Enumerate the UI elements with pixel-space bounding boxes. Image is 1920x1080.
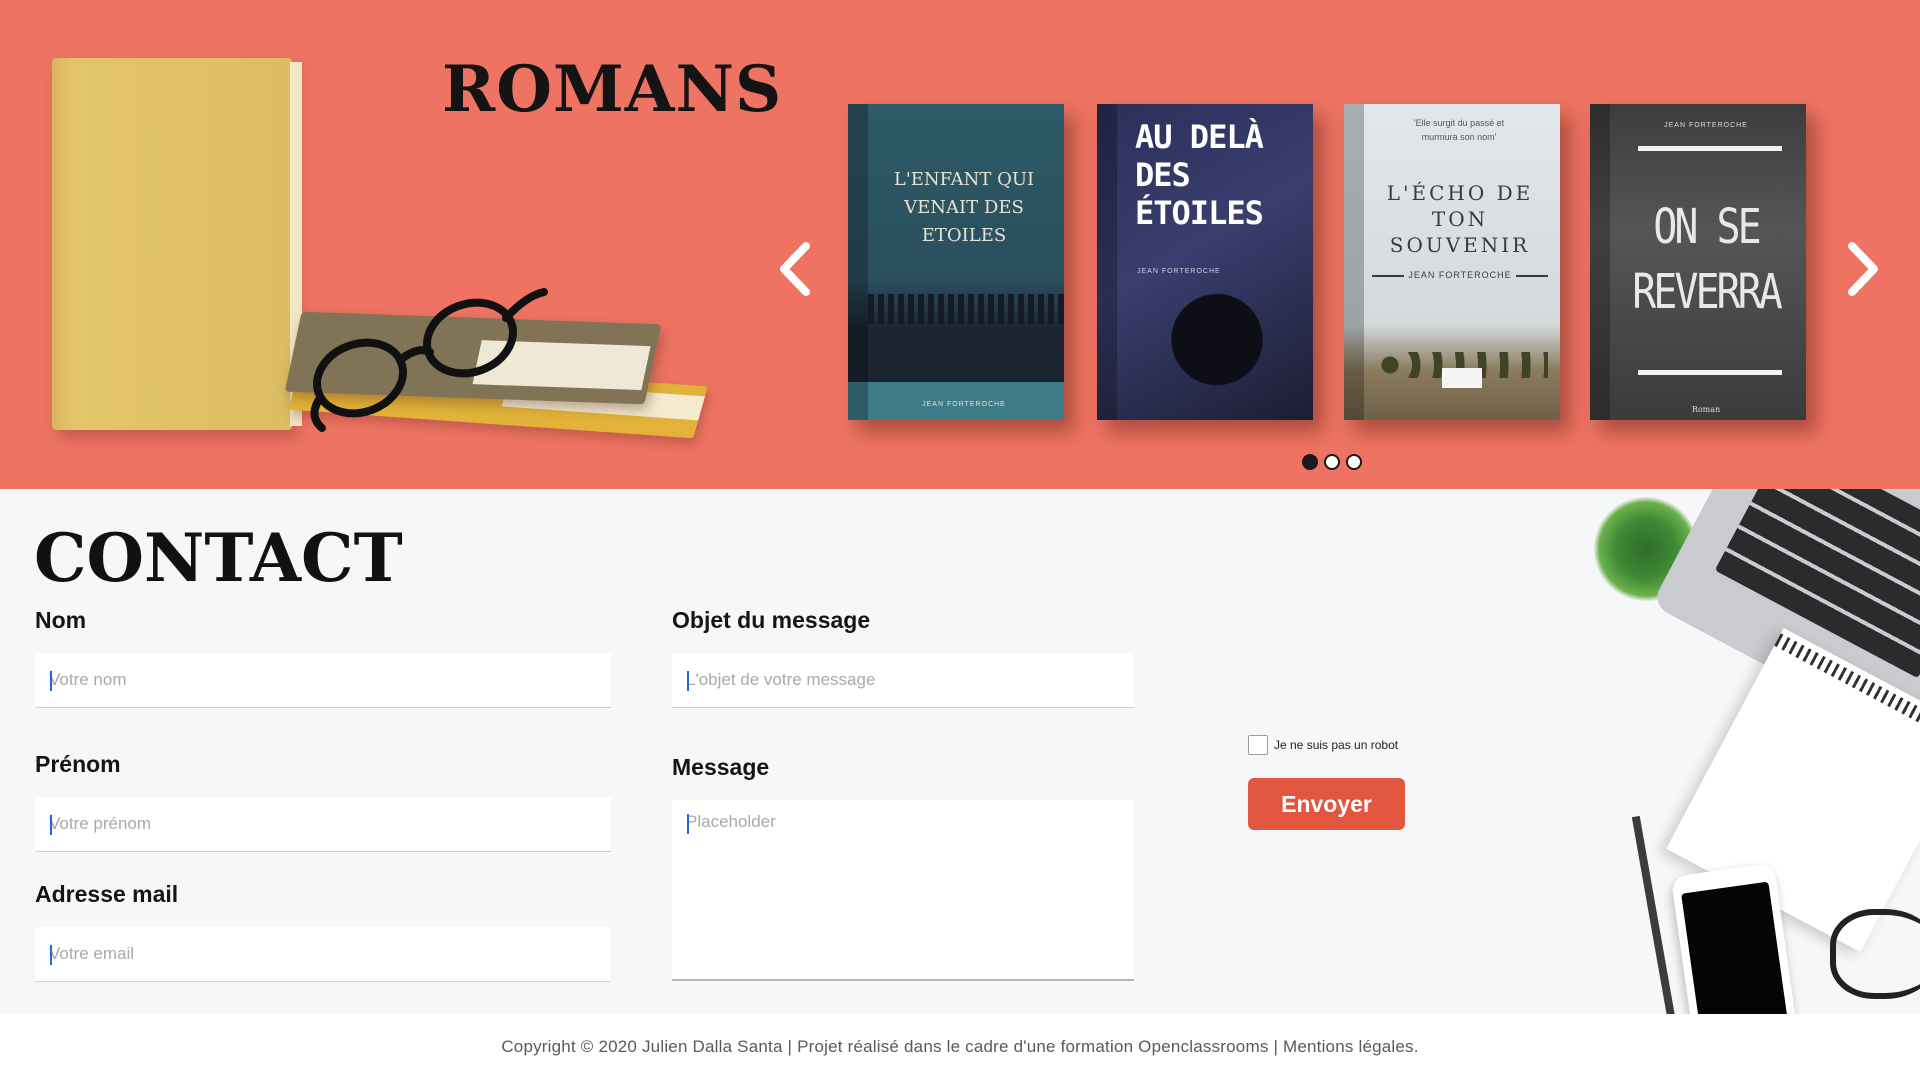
- forest-silhouette: [868, 294, 1064, 324]
- chevron-right-icon[interactable]: [1838, 238, 1888, 300]
- objet-input[interactable]: [672, 653, 1134, 708]
- book-author: JEAN FORTEROCHE: [1664, 122, 1748, 129]
- book-quote: 'Elle surgit du passé et murmura son nom…: [1413, 118, 1505, 142]
- house-image: [1442, 368, 1482, 388]
- prenom-label: Prénom: [35, 751, 121, 777]
- carousel-dot-2[interactable]: [1324, 454, 1340, 470]
- nom-input[interactable]: [35, 653, 611, 708]
- footer: Copyright © 2020 Julien Dalla Santa | Pr…: [0, 1014, 1920, 1080]
- book-title: ON SE REVERRA: [1632, 200, 1783, 320]
- romans-hero: ROMANS L'ENFANT QUI VENAIT DES ETOILES J…: [0, 0, 1920, 489]
- objet-label: Objet du message: [672, 607, 871, 633]
- captcha-checkbox[interactable]: [1248, 735, 1268, 755]
- text-caret: [687, 814, 689, 834]
- text-caret: [50, 945, 52, 965]
- carousel-dot-3[interactable]: [1346, 454, 1362, 470]
- book-title: L'ÉCHO DE TON SOUVENIR: [1386, 181, 1534, 257]
- text-caret: [687, 671, 689, 691]
- section-title-romans: ROMANS: [442, 52, 783, 127]
- book-spine: [1344, 104, 1364, 420]
- nom-label: Nom: [35, 607, 87, 633]
- captcha-label: Je ne suis pas un robot: [1274, 738, 1399, 752]
- book-cover-4[interactable]: JEAN FORTEROCHE ON SE REVERRA Roman: [1590, 104, 1806, 420]
- decorative-book-image: [52, 58, 302, 430]
- decorative-bar: [1638, 146, 1782, 151]
- contact-section: CONTACT Nom Prénom Adresse mail Objet du…: [0, 489, 1920, 1014]
- message-textarea[interactable]: [672, 800, 1134, 981]
- prenom-input[interactable]: [35, 797, 611, 852]
- book-cover-3[interactable]: 'Elle surgit du passé et murmura son nom…: [1344, 104, 1560, 420]
- book-author: JEAN FORTEROCHE: [1137, 268, 1221, 275]
- captcha: Je ne suis pas un robot: [1248, 735, 1398, 755]
- book-author: JEAN FORTEROCHE: [922, 401, 1006, 408]
- message-label: Message: [672, 754, 770, 780]
- chevron-left-icon[interactable]: [770, 238, 820, 300]
- book-spine: [848, 104, 868, 420]
- tree-silhouette: [1157, 286, 1277, 420]
- book-cover-2[interactable]: AU DELÀ DES ÉTOILES JEAN FORTEROCHE: [1097, 104, 1313, 420]
- text-caret: [50, 671, 52, 691]
- glasses-image: [310, 288, 548, 432]
- book-cover-1[interactable]: L'ENFANT QUI VENAIT DES ETOILES JEAN FOR…: [848, 104, 1064, 420]
- book-title: L'ENFANT QUI VENAIT DES ETOILES: [893, 169, 1035, 246]
- book-genre: Roman: [1691, 405, 1721, 414]
- carousel-pagination: [1302, 454, 1362, 470]
- email-label: Adresse mail: [35, 881, 179, 907]
- decorative-bar: [1638, 370, 1782, 375]
- text-caret: [50, 815, 52, 835]
- book-title: AU DELÀ DES ÉTOILES: [1135, 118, 1264, 232]
- email-input[interactable]: [35, 927, 611, 982]
- book-author: JEAN FORTEROCHE: [1366, 270, 1554, 280]
- footer-copyright: Copyright © 2020 Julien Dalla Santa | Pr…: [501, 1037, 1419, 1056]
- send-button[interactable]: Envoyer: [1248, 778, 1405, 830]
- phone-screen: [1681, 881, 1788, 1014]
- glasses-image: [1830, 909, 1920, 999]
- section-title-contact: CONTACT: [34, 519, 403, 597]
- carousel-dot-1[interactable]: [1302, 454, 1318, 470]
- book-spine: [1097, 104, 1117, 420]
- book-spine: [1590, 104, 1610, 420]
